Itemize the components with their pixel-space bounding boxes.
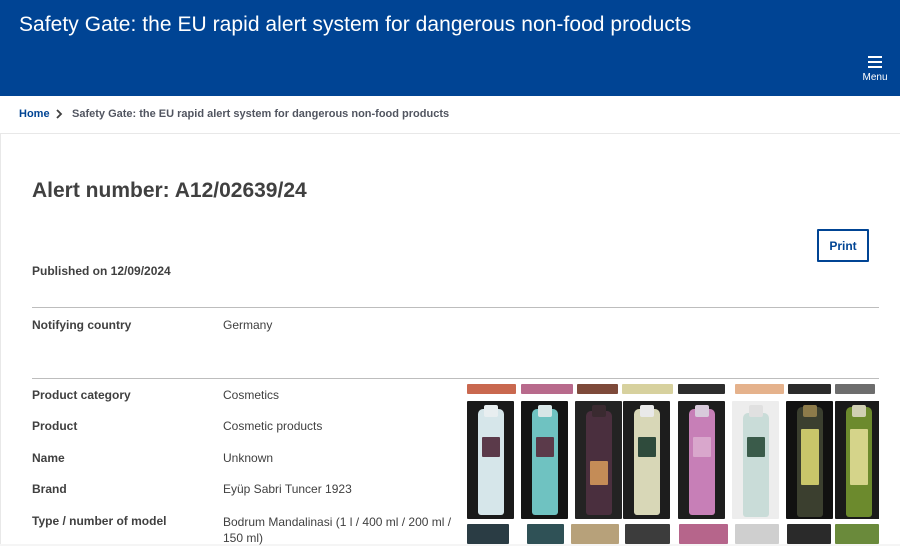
product-photo[interactable] — [521, 401, 568, 519]
photo-thumbnail[interactable] — [577, 384, 618, 394]
photo-thumbnail[interactable] — [679, 524, 728, 544]
photo-thumbnail[interactable] — [622, 384, 673, 394]
product-label: Product — [32, 419, 78, 433]
photo-thumbnail[interactable] — [735, 524, 779, 544]
product-photo[interactable] — [786, 401, 833, 519]
published-date: Published on 12/09/2024 — [32, 264, 171, 278]
chevron-right-icon — [56, 109, 63, 122]
brand-value: Eyüp Sabri Tuncer 1923 — [223, 482, 352, 496]
photo-thumbnail[interactable] — [787, 524, 831, 544]
photo-thumbnail[interactable] — [467, 384, 516, 394]
photo-thumbnail[interactable] — [788, 384, 831, 394]
notifying-country-value: Germany — [223, 318, 273, 332]
hamburger-icon — [868, 56, 882, 68]
name-label: Name — [32, 451, 65, 465]
product-photo-gallery[interactable] — [467, 384, 879, 544]
notifying-country-label: Notifying country — [32, 318, 132, 332]
divider — [32, 378, 879, 379]
alert-content: Alert number: A12/02639/24 Print Publish… — [0, 133, 900, 545]
menu-label: Menu — [862, 72, 888, 83]
photo-thumbnail[interactable] — [527, 524, 564, 544]
product-photo[interactable] — [835, 401, 879, 519]
print-button[interactable]: Print — [817, 229, 869, 262]
breadcrumb-home-link[interactable]: Home — [19, 108, 50, 120]
photo-thumbnail[interactable] — [625, 524, 670, 544]
product-photo[interactable] — [678, 401, 725, 519]
photo-thumbnail[interactable] — [467, 524, 509, 544]
photo-thumbnail[interactable] — [571, 524, 619, 544]
product-photo[interactable] — [575, 401, 622, 519]
product-photo[interactable] — [467, 401, 514, 519]
product-category-value: Cosmetics — [223, 388, 280, 402]
photo-thumbnail[interactable] — [678, 384, 725, 394]
name-value: Unknown — [223, 451, 274, 465]
photo-thumbnail[interactable] — [735, 384, 784, 394]
photo-thumbnail[interactable] — [521, 384, 573, 394]
product-value: Cosmetic products — [223, 419, 323, 433]
breadcrumb-current: Safety Gate: the EU rapid alert system f… — [72, 108, 450, 120]
model-value: Bodrum Mandalinasi (1 l / 400 ml / 200 m… — [223, 515, 452, 545]
site-header: Safety Gate: the EU rapid alert system f… — [0, 0, 900, 96]
menu-button[interactable]: Menu — [860, 56, 890, 88]
divider — [32, 307, 879, 308]
product-photo[interactable] — [623, 401, 670, 519]
site-title[interactable]: Safety Gate: the EU rapid alert system f… — [19, 13, 691, 37]
model-label: Type / number of model — [32, 514, 167, 528]
product-category-label: Product category — [32, 388, 131, 402]
product-photo[interactable] — [732, 401, 779, 519]
photo-thumbnail[interactable] — [835, 384, 875, 394]
breadcrumb: Home Safety Gate: the EU rapid alert sys… — [0, 96, 900, 133]
brand-label: Brand — [32, 482, 67, 496]
photo-thumbnail[interactable] — [835, 524, 879, 544]
page-title: Alert number: A12/02639/24 — [32, 179, 307, 202]
